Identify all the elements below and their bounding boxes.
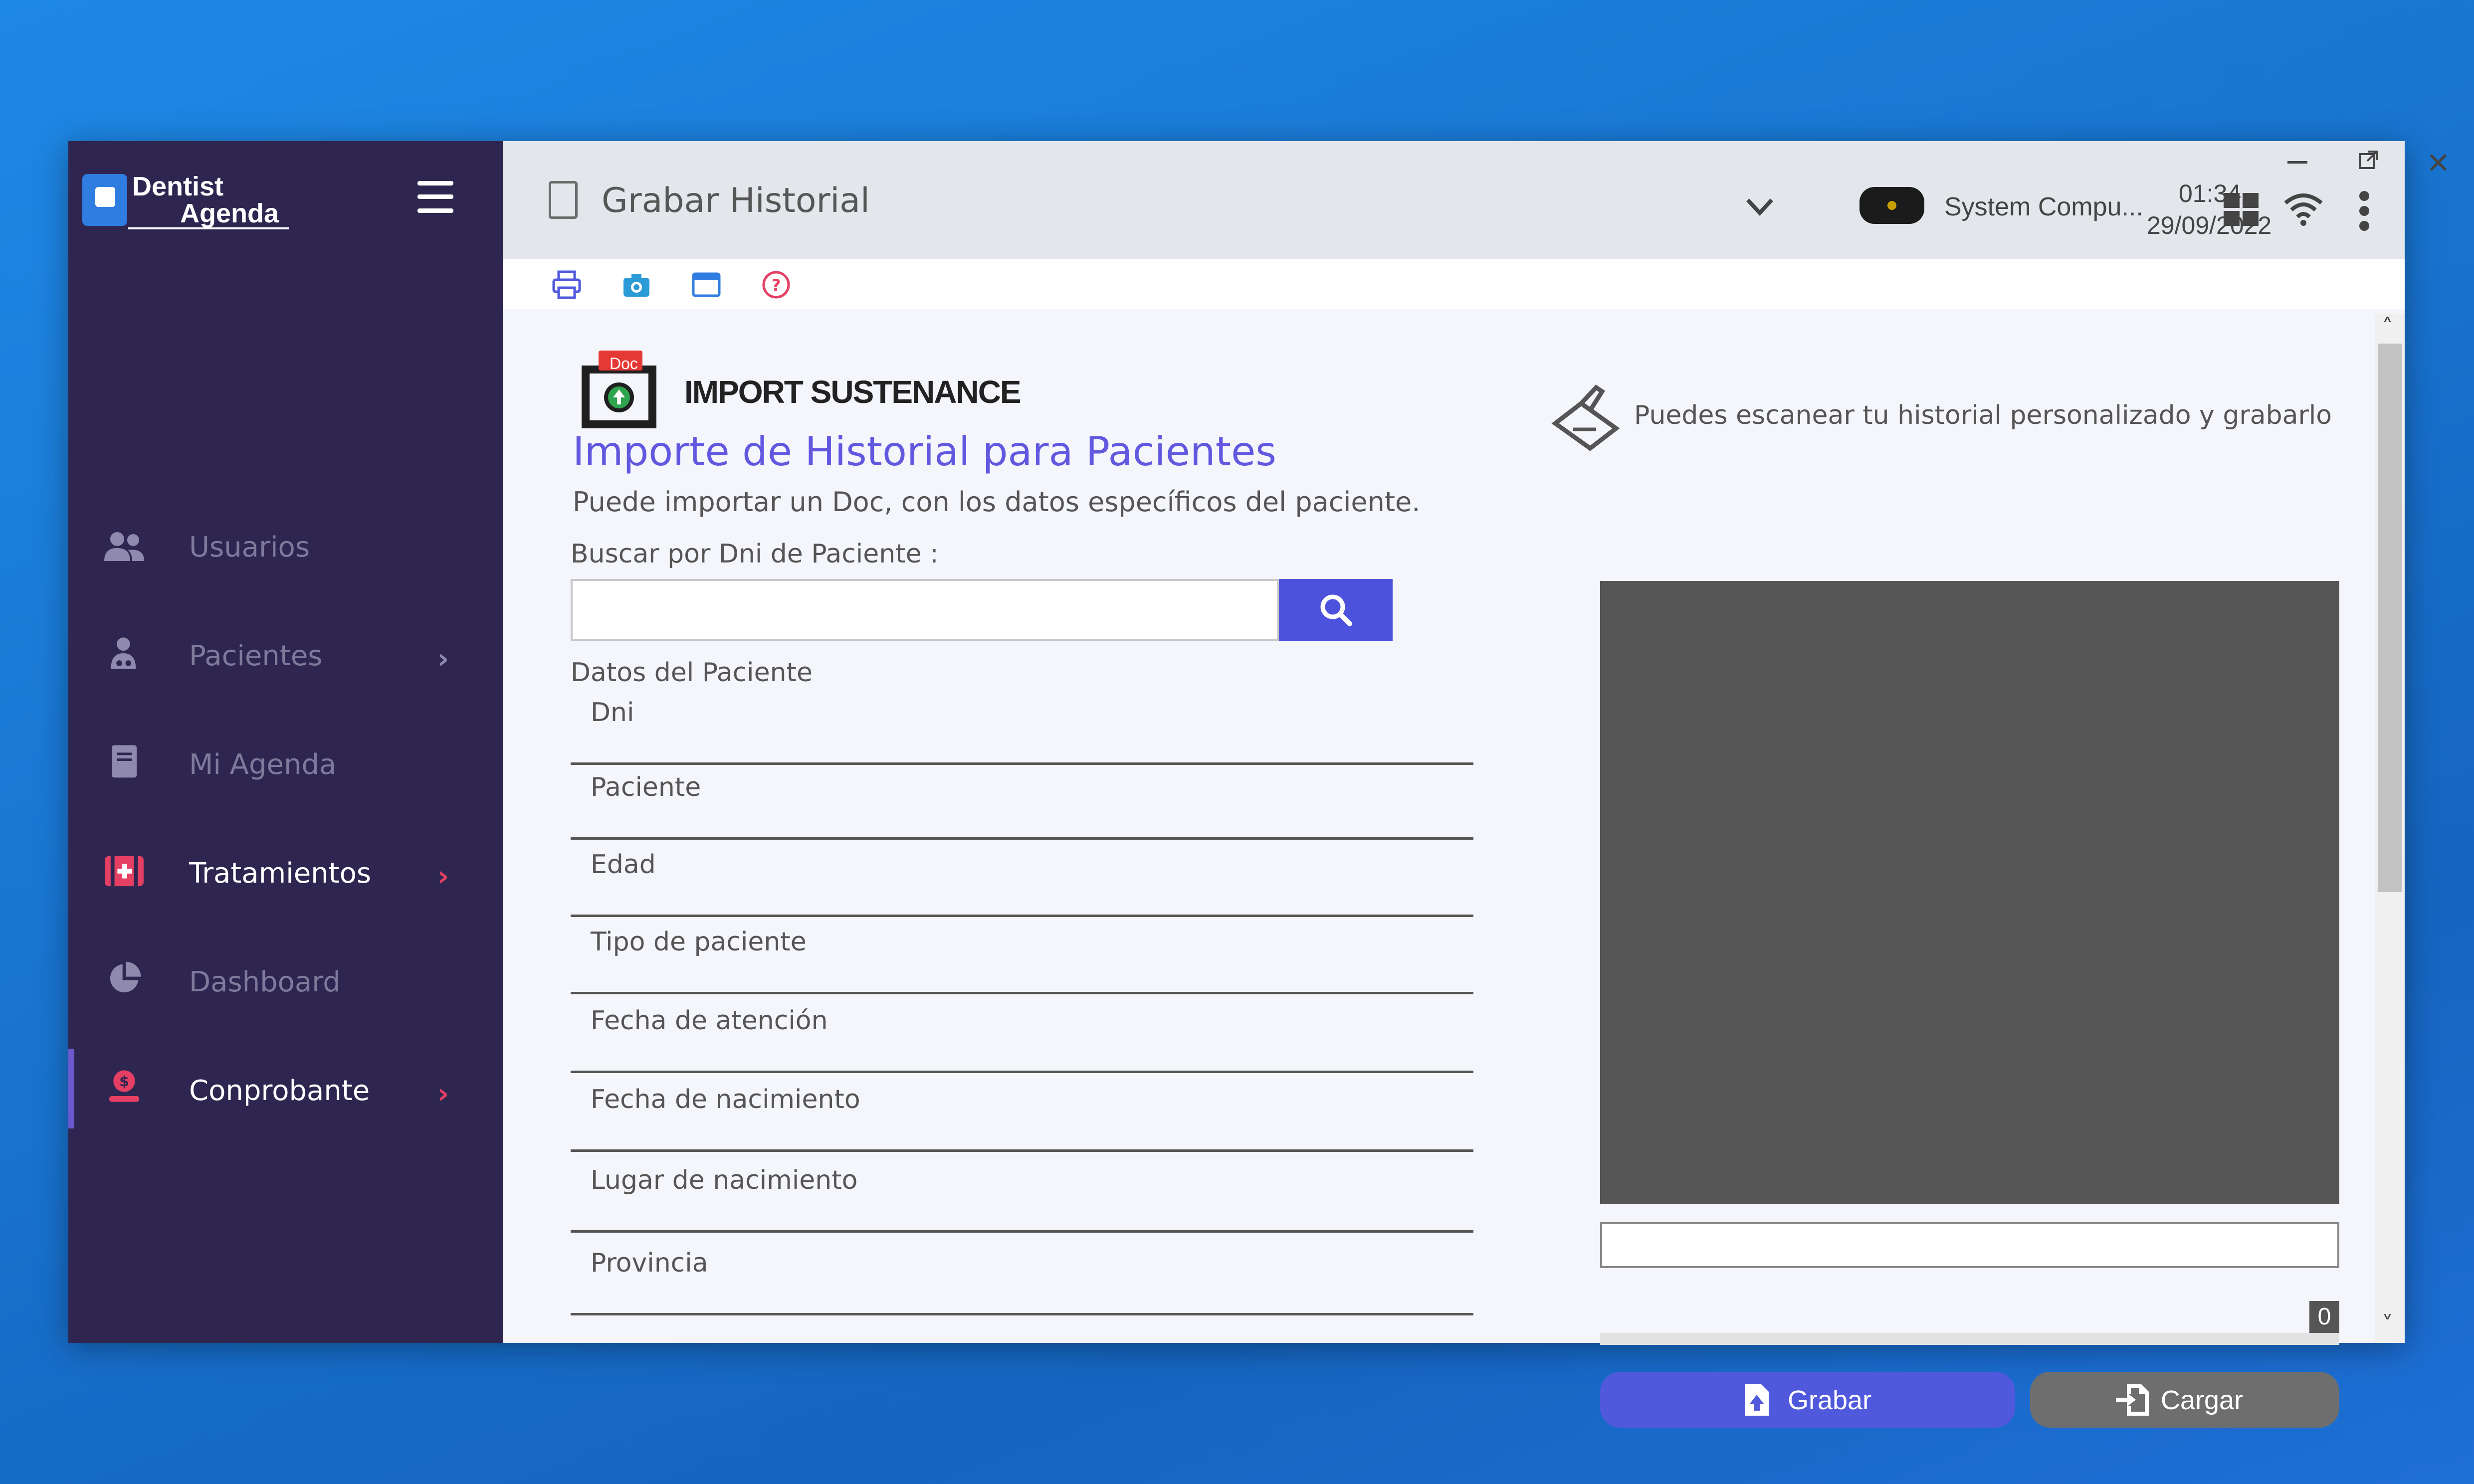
field-fecha-atencion[interactable]: Fecha de atención	[571, 996, 1473, 1073]
app-logo: Dentist Agenda	[82, 170, 292, 230]
logo-icon	[82, 174, 127, 226]
chevron-right-icon: ›	[437, 643, 449, 675]
file-path-input[interactable]	[1600, 1222, 2339, 1268]
scanner-icon	[1551, 384, 1620, 451]
sidebar-item-usuarios[interactable]: Usuarios	[68, 505, 503, 585]
window-icon[interactable]	[691, 270, 721, 300]
search-icon	[1320, 594, 1352, 626]
field-label: Tipo de paciente	[591, 927, 807, 957]
popout-icon[interactable]	[2358, 150, 2378, 170]
vertical-scrollbar[interactable]: ˄ ˅	[2375, 314, 2405, 1343]
camera-icon[interactable]	[621, 270, 651, 300]
section-heading: Importe de Historial para Pacientes	[573, 428, 1276, 475]
title-bar: Grabar Historial System Compu... 01:34 2…	[503, 141, 2451, 259]
progress-bar	[1600, 1333, 2339, 1345]
app-window: Dentist Agenda Usuarios Pacientes › Mi A…	[68, 141, 2451, 1428]
active-indicator	[68, 1049, 74, 1128]
svg-text:?: ?	[772, 276, 781, 295]
sidebar-item-label: Tratamientos	[189, 857, 372, 890]
close-icon[interactable]: ✕	[2426, 146, 2451, 180]
sidebar-item-label: Usuarios	[189, 531, 310, 563]
minimize-icon[interactable]	[2287, 161, 2307, 164]
save-button[interactable]: Grabar	[1600, 1372, 2015, 1428]
sidebar-item-label: Dashboard	[189, 966, 341, 998]
document-preview	[1600, 581, 2339, 1204]
money-hand-icon: $	[109, 1070, 139, 1102]
scroll-up-icon[interactable]: ˄	[2382, 314, 2393, 341]
svg-text:$: $	[119, 1073, 129, 1090]
scroll-thumb[interactable]	[2378, 344, 2402, 892]
field-label: Edad	[591, 850, 656, 880]
import-badge-label: Doc	[610, 355, 638, 372]
field-label: Dni	[591, 698, 634, 728]
field-label: Fecha de nacimiento	[591, 1085, 860, 1114]
field-edad[interactable]: Edad	[571, 840, 1473, 917]
field-dni[interactable]: Dni	[571, 688, 1473, 765]
patient-data-label: Datos del Paciente	[571, 658, 813, 688]
field-fecha-nacimiento[interactable]: Fecha de nacimiento	[571, 1075, 1473, 1152]
load-button-label: Cargar	[2161, 1385, 2244, 1415]
load-button[interactable]: Cargar	[2030, 1372, 2339, 1428]
logo-text-line2: Agenda	[180, 198, 279, 228]
logo-underline	[128, 227, 289, 229]
import-title: IMPORT SUSTENANCE	[684, 374, 1022, 410]
progress-count: 0	[2309, 1301, 2339, 1333]
user-avatar[interactable]	[1859, 187, 1924, 224]
field-label: Provincia	[591, 1248, 708, 1278]
print-icon[interactable]	[552, 270, 582, 300]
chevron-right-icon: ›	[437, 1078, 449, 1110]
help-icon[interactable]: ?	[761, 270, 791, 300]
sidebar-item-mi-agenda[interactable]: Mi Agenda	[68, 723, 503, 802]
field-label: Paciente	[591, 772, 701, 802]
section-subheading: Puede importar un Doc, con los datos esp…	[573, 486, 1421, 518]
search-button[interactable]	[1279, 579, 1393, 641]
sidebar-item-tratamientos[interactable]: Tratamientos ›	[68, 831, 503, 911]
sidebar-item-dashboard[interactable]: Dashboard	[68, 940, 503, 1020]
sidebar-item-label: Mi Agenda	[189, 748, 337, 781]
field-label: Lugar de nacimiento	[591, 1165, 858, 1195]
users-icon	[104, 532, 144, 561]
pie-chart-icon	[110, 961, 141, 993]
save-button-label: Grabar	[1788, 1385, 1872, 1415]
page-title: Grabar Historial	[602, 181, 870, 220]
file-import-icon	[2116, 1384, 2149, 1416]
scroll-down-icon[interactable]: ˅	[2382, 1311, 2393, 1338]
chevron-down-icon[interactable]	[1745, 197, 1775, 217]
hamburger-menu-icon[interactable]	[417, 181, 453, 213]
system-name[interactable]: System Compu...	[1944, 192, 2143, 222]
field-provincia[interactable]: Provincia	[571, 1238, 1473, 1315]
pdf-document-icon	[549, 181, 578, 219]
search-label: Buscar por Dni de Paciente :	[571, 539, 939, 569]
chevron-right-icon: ›	[437, 860, 449, 893]
doctor-icon	[111, 637, 136, 669]
windows-icon[interactable]	[2224, 193, 2260, 226]
field-lugar-nacimiento[interactable]: Lugar de nacimiento	[571, 1155, 1473, 1233]
field-paciente[interactable]: Paciente	[571, 762, 1473, 840]
more-options-icon[interactable]	[2358, 191, 2370, 231]
sidebar-item-label: Pacientes	[189, 640, 323, 672]
wifi-icon[interactable]	[2283, 191, 2323, 226]
field-label: Fecha de atención	[591, 1006, 828, 1036]
logo-text-line1: Dentist	[132, 172, 224, 201]
file-upload-icon	[1745, 1384, 1769, 1416]
sidebar: Dentist Agenda Usuarios Pacientes › Mi A…	[68, 141, 503, 1343]
sidebar-item-label: Conprobante	[189, 1075, 370, 1107]
toolbar: ?	[503, 259, 2405, 309]
scan-instruction: Puedes escanear tu historial personaliza…	[1634, 400, 2332, 430]
sidebar-item-pacientes[interactable]: Pacientes ›	[68, 614, 503, 694]
field-tipo-paciente[interactable]: Tipo de paciente	[571, 917, 1473, 994]
main-content: Doc IMPORT SUSTENANCE Importe de Histori…	[503, 309, 2405, 1428]
book-icon	[112, 745, 137, 778]
sidebar-item-conprobante[interactable]: $ Conprobante ›	[68, 1049, 503, 1128]
dni-search-input[interactable]	[571, 579, 1279, 641]
medical-kit-icon	[105, 856, 144, 887]
